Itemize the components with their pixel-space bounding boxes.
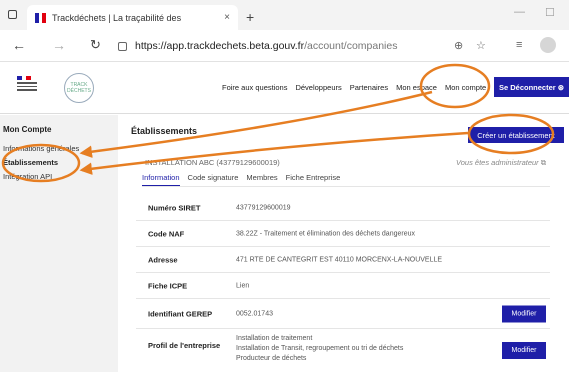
maximize-icon[interactable]: ☐: [545, 6, 555, 19]
row-label: Fiche ICPE: [148, 281, 188, 290]
row-label: Profil de l'entreprise: [148, 341, 221, 350]
create-establishment-button[interactable]: Créer un établissement: [468, 127, 564, 143]
row-label: Identifiant GEREP: [148, 309, 213, 318]
zoom-icon[interactable]: ⊕: [454, 39, 463, 52]
site-header: TRACK DÉCHETS Foire aux questions Dévelo…: [0, 63, 569, 114]
favorites-bar-icon[interactable]: ≡: [516, 39, 522, 51]
minimize-icon[interactable]: —: [514, 6, 525, 18]
info-row-address: Adresse 471 RTE DE CANTEGRIT EST 40110 M…: [136, 247, 550, 273]
sidebar-item-general-info[interactable]: Informations générales: [0, 144, 118, 153]
tab-actions-icon[interactable]: [8, 10, 17, 19]
row-value: 38.22Z - Traitement et élimination des d…: [236, 230, 415, 237]
nav-my-space[interactable]: Mon espace: [396, 83, 437, 92]
favorite-icon[interactable]: ☆: [476, 39, 486, 52]
republique-francaise-logo[interactable]: [17, 76, 41, 100]
sidebar-title: Mon Compte: [3, 125, 52, 134]
page-title: Établissements: [131, 126, 198, 136]
row-value: 43779129600019: [236, 204, 291, 211]
new-tab-icon[interactable]: +: [246, 9, 254, 25]
tab-company-sheet[interactable]: Fiche Entreprise: [286, 173, 341, 186]
browser-tab[interactable]: Trackdéchets | La traçabilité des ×: [27, 5, 238, 30]
account-sidebar: Mon Compte Informations générales Établi…: [0, 115, 118, 372]
row-label: Numéro SIRET: [148, 203, 201, 212]
info-row-gerep: Identifiant GEREP 0052.01743 Modifier: [136, 299, 550, 329]
main-content: Établissements Créer un établissement IN…: [118, 115, 569, 372]
info-row-naf: Code NAF 38.22Z - Traitement et éliminat…: [136, 221, 550, 247]
url-text: https://app.trackdechets.beta.gouv.fr/ac…: [135, 40, 398, 52]
top-navigation: Foire aux questions Développeurs Partena…: [222, 83, 486, 92]
sidebar-item-establishments[interactable]: Établissements: [0, 158, 118, 167]
info-row-siret: Numéro SIRET 43779129600019: [136, 195, 550, 221]
nav-my-account[interactable]: Mon compte: [445, 83, 486, 92]
browser-tab-bar: Trackdéchets | La traçabilité des × + — …: [0, 0, 569, 30]
tab-close-icon[interactable]: ×: [224, 12, 230, 23]
row-label: Adresse: [148, 255, 178, 264]
forward-icon[interactable]: →: [52, 37, 66, 53]
reload-icon[interactable]: ↻: [90, 37, 101, 53]
profile-value: Installation de Transit, regroupement ou…: [236, 345, 404, 352]
site-favicon-icon: [35, 12, 46, 23]
info-row-icpe: Fiche ICPE Lien: [136, 273, 550, 299]
site-info-icon[interactable]: [118, 41, 127, 51]
copy-icon[interactable]: ⧉: [541, 158, 546, 167]
info-row-profile: Profil de l'entreprise Installation de t…: [136, 329, 550, 369]
row-value: 0052.01743: [236, 310, 273, 317]
row-value: 471 RTE DE CANTEGRIT EST 40110 MORCENX-L…: [236, 256, 443, 263]
logout-button[interactable]: Se Déconnecter ⊛: [494, 77, 569, 97]
profile-value: Producteur de déchets: [236, 355, 307, 362]
profile-avatar[interactable]: [540, 37, 556, 53]
sidebar-item-api-integration[interactable]: Intégration API: [0, 172, 118, 181]
profile-value: Installation de traitement: [236, 335, 313, 342]
tab-signature-code[interactable]: Code signature: [188, 173, 239, 186]
browser-address-bar: ← → ↻ https://app.trackdechets.beta.gouv…: [0, 30, 569, 62]
tab-title: Trackdéchets | La traçabilité des: [52, 12, 182, 23]
company-tabs: Information Code signature Membres Fiche…: [142, 173, 340, 186]
admin-status: Vous êtes administrateur ⧉: [456, 158, 547, 167]
nav-developers[interactable]: Développeurs: [295, 83, 341, 92]
modify-gerep-button[interactable]: Modifier: [502, 305, 546, 322]
tab-information[interactable]: Information: [142, 173, 180, 186]
tabs-divider: [142, 186, 550, 187]
back-icon[interactable]: ←: [12, 37, 26, 53]
profile-values: Installation de traitement Installation …: [236, 334, 403, 364]
icpe-link[interactable]: Lien: [236, 282, 249, 289]
logout-icon: ⊛: [557, 82, 565, 92]
company-name: INSTALLATION ABC (43779129600019): [145, 158, 280, 167]
trackdechets-logo[interactable]: TRACK DÉCHETS: [64, 73, 94, 103]
tab-members[interactable]: Membres: [246, 173, 277, 186]
modify-profile-button[interactable]: Modifier: [502, 342, 546, 359]
nav-partners[interactable]: Partenaires: [350, 83, 388, 92]
nav-faq[interactable]: Foire aux questions: [222, 83, 287, 92]
row-label: Code NAF: [148, 229, 185, 238]
